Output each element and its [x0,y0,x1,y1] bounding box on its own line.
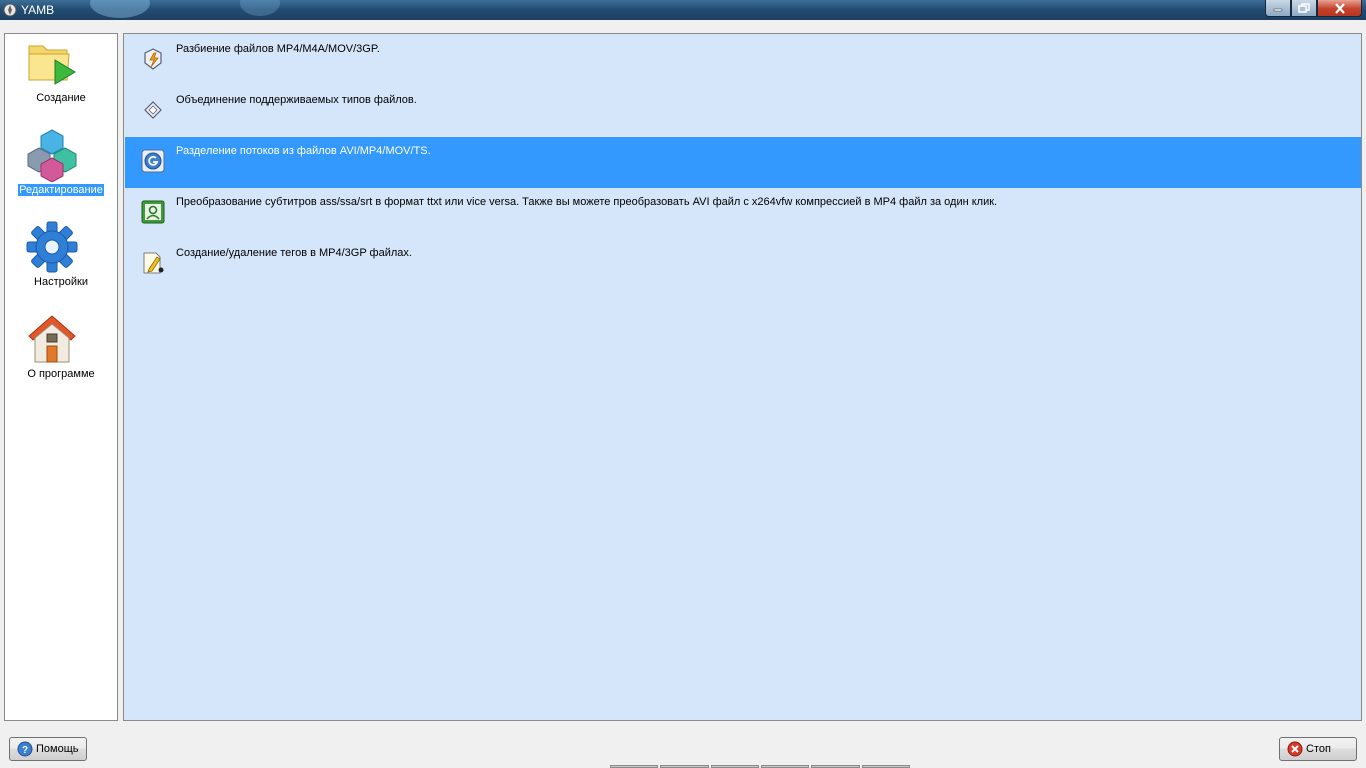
minimize-button[interactable] [1265,0,1291,17]
app-icon [3,3,17,17]
stop-icon [1287,741,1303,757]
help-button-label: Помощь [36,743,79,755]
restore-button[interactable] [1291,0,1317,17]
home-icon [28,315,76,363]
list-item-subtitle-convert[interactable]: Преобразование субтитров ass/ssa/srt в ф… [125,188,1361,239]
folder-play-icon [28,45,76,85]
window-title: YAMB [21,3,55,17]
list-item-text: Разделение потоков из файлов AVI/MP4/MOV… [176,145,431,157]
main-window: Создание Редактирование Настройки О прог… [0,20,1366,768]
minimize-icon [1273,8,1283,12]
list-item-text: Создание/удаление тегов в MP4/3GP файлах… [176,247,412,259]
list-item-text: Преобразование субтитров ass/ssa/srt в ф… [176,196,998,208]
close-button[interactable] [1317,0,1362,17]
svg-text:?: ? [22,745,28,756]
sidebar-item-settings[interactable]: Настройки [5,220,117,312]
sidebar: Создание Редактирование Настройки О прог… [4,33,118,721]
tag-edit-icon [143,252,164,274]
title-bar-glow [90,0,150,18]
help-icon: ? [17,741,33,757]
help-button[interactable]: ? Помощь [9,737,87,761]
sidebar-item-label: Создание [36,92,86,104]
demux-icon [141,149,165,173]
list-item-split[interactable]: Разбиение файлов MP4/M4A/MOV/3GP. [125,35,1361,86]
sidebar-item-create[interactable]: Создание [5,36,117,128]
join-icon [144,101,162,119]
cubes-icon [27,129,77,182]
list-item-text: Разбиение файлов MP4/M4A/MOV/3GP. [176,43,380,55]
gear-icon [26,221,78,273]
close-icon [1334,2,1345,14]
stop-button-label: Стоп [1306,743,1331,755]
list-item-demux[interactable]: Разделение потоков из файлов AVI/MP4/MOV… [125,137,1361,188]
stop-button[interactable]: Стоп [1279,737,1357,761]
subtitle-convert-icon [141,200,165,224]
sidebar-item-label: Настройки [34,276,88,288]
list-item-tag-edit[interactable]: Создание/удаление тегов в MP4/3GP файлах… [125,239,1361,290]
title-bar: YAMB [0,0,1366,20]
list-item-text: Объединение поддерживаемых типов файлов. [176,94,417,106]
sidebar-item-about[interactable]: О программе [5,312,117,404]
split-icon [144,48,162,70]
sidebar-item-label: О программе [27,368,95,380]
list-item-join[interactable]: Объединение поддерживаемых типов файлов. [125,86,1361,137]
sidebar-item-edit[interactable]: Редактирование [5,128,117,220]
title-bar-glow [240,0,280,16]
sidebar-item-label: Редактирование [18,184,104,196]
task-list: Разбиение файлов MP4/M4A/MOV/3GP. Объеди… [123,33,1362,721]
window-controls [1265,0,1362,18]
restore-icon [1298,3,1310,13]
